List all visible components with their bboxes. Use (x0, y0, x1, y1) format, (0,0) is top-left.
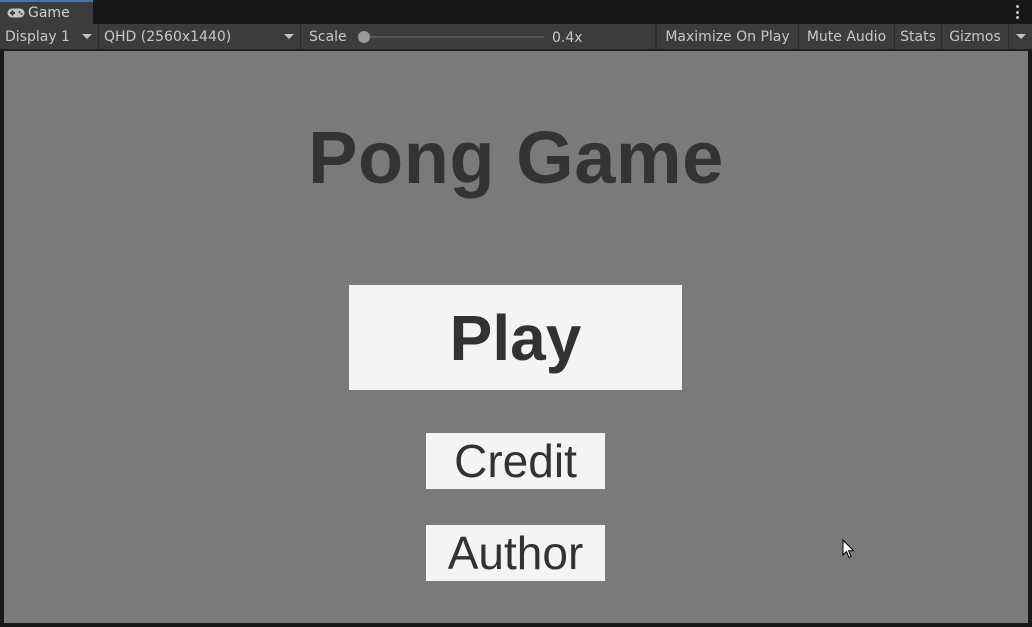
game-toolbar: Display 1 QHD (2560x1440) Scale 0.4x Max… (0, 24, 1032, 50)
scale-slider-track[interactable] (363, 36, 544, 38)
maximize-on-play-label: Maximize On Play (665, 28, 790, 45)
more-options-icon[interactable] (1014, 4, 1020, 20)
scale-value: 0.4x (552, 30, 583, 46)
game-viewport[interactable]: Pong Game Play Credit Author (4, 51, 1028, 623)
game-title: Pong Game (308, 116, 724, 199)
gamepad-icon (7, 8, 25, 18)
resolution-dropdown-label: QHD (2560x1440) (104, 28, 232, 45)
scale-control: Scale 0.4x (301, 24, 656, 49)
credit-button[interactable]: Credit (426, 433, 605, 489)
play-button[interactable]: Play (349, 285, 682, 390)
scale-label: Scale (309, 29, 347, 45)
gizmos-toggle[interactable]: Gizmos (941, 24, 1008, 49)
maximize-on-play-toggle[interactable]: Maximize On Play (656, 24, 798, 49)
chevron-down-icon (284, 34, 294, 39)
gizmos-dropdown[interactable] (1008, 24, 1032, 49)
stats-label: Stats (900, 28, 936, 45)
display-dropdown[interactable]: Display 1 (0, 24, 99, 49)
chevron-down-icon (82, 34, 92, 39)
tab-bar: Game (0, 0, 1032, 24)
mute-audio-toggle[interactable]: Mute Audio (798, 24, 894, 49)
stats-toggle[interactable]: Stats (894, 24, 941, 49)
tab-label: Game (28, 5, 70, 21)
gizmos-label: Gizmos (949, 28, 1001, 45)
chevron-down-icon (1016, 34, 1026, 39)
resolution-dropdown[interactable]: QHD (2560x1440) (99, 24, 301, 49)
tab-game[interactable]: Game (0, 0, 93, 24)
display-dropdown-label: Display 1 (5, 28, 70, 45)
game-window: Game Display 1 QHD (2560x1440) Scale 0.4… (0, 0, 1032, 627)
mute-audio-label: Mute Audio (806, 28, 887, 45)
scale-slider-thumb[interactable] (358, 31, 370, 43)
author-button[interactable]: Author (426, 525, 605, 581)
mouse-cursor-icon (842, 539, 855, 559)
